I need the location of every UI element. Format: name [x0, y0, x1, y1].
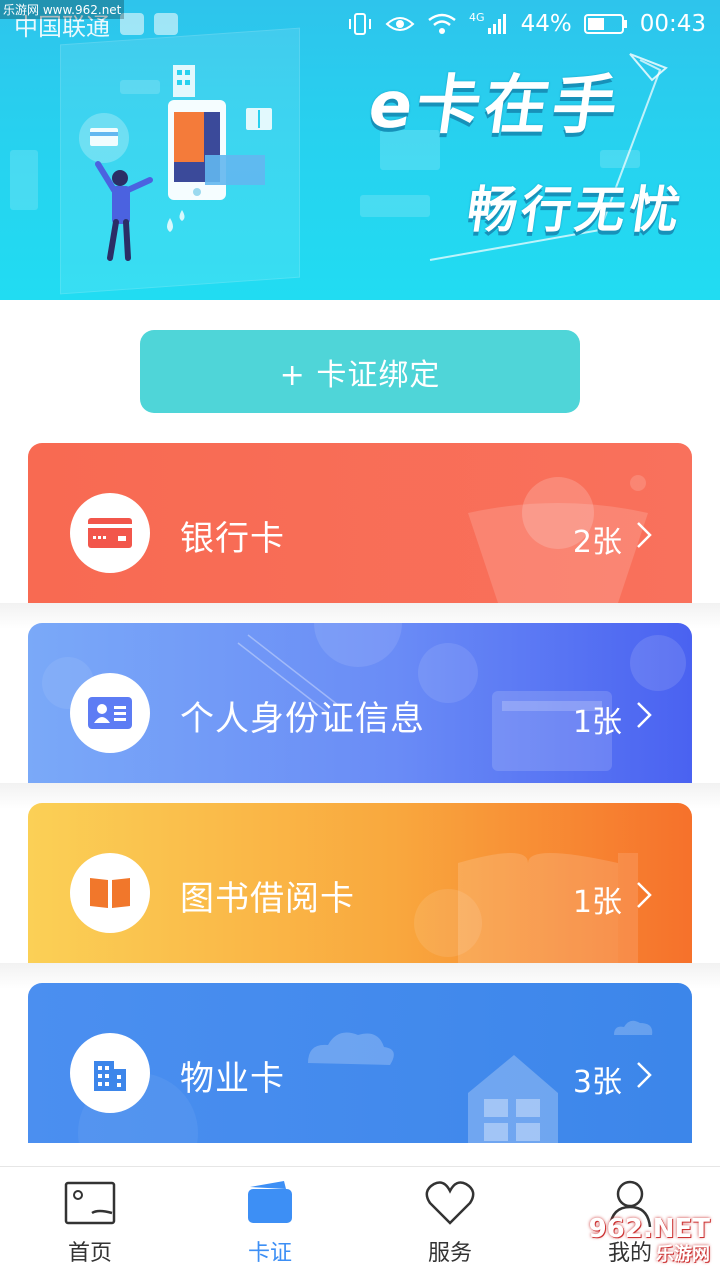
wallet-icon	[248, 1181, 292, 1223]
book-icon	[90, 878, 130, 908]
card-label: 个人身份证信息	[180, 699, 425, 739]
card-label: 银行卡	[180, 519, 285, 559]
top-banner: e卡在手 畅行无忧 中国联通 4G 44% 00:43	[0, 0, 720, 300]
card-count: 1张	[572, 705, 622, 740]
building-icon	[94, 1061, 126, 1091]
card-id[interactable]: 个人身份证信息 1张	[28, 623, 692, 783]
banner-illustration	[79, 65, 272, 261]
card-count: 1张	[572, 885, 622, 920]
nav-label: 卡证	[247, 1241, 292, 1266]
banner-slogan-secondary: 畅行无忧	[463, 181, 688, 239]
bind-card-button[interactable]: + 卡证绑定	[140, 330, 580, 413]
card-property[interactable]: 物业卡 3张	[28, 983, 692, 1143]
card-icon-circle	[70, 1033, 150, 1113]
nav-label: 服务	[427, 1241, 472, 1266]
nav-home[interactable]: 首页	[0, 1167, 180, 1280]
chevron-right-icon	[637, 1062, 652, 1088]
home-icon	[64, 1181, 116, 1225]
gallery-icon	[154, 13, 178, 35]
card-count: 3张	[572, 1065, 622, 1100]
banner-tile	[10, 150, 38, 210]
card-bank[interactable]: 银行卡 2张	[28, 443, 692, 603]
watermark-logo: 962.NET 乐游网	[589, 1214, 710, 1266]
nav-cards[interactable]: 卡证	[180, 1167, 360, 1280]
banner-slogan-primary: e卡在手	[363, 69, 626, 143]
chevron-right-icon	[637, 882, 652, 908]
chevron-right-icon	[637, 522, 652, 548]
heart-icon	[425, 1181, 475, 1225]
card-label: 物业卡	[180, 1059, 285, 1099]
id-card-icon	[88, 697, 132, 729]
ingot-decoration	[468, 475, 648, 603]
card-label: 图书借阅卡	[180, 879, 355, 919]
card-icon-circle	[70, 673, 150, 753]
nav-services[interactable]: 服务	[360, 1167, 540, 1280]
card-count: 2张	[572, 525, 622, 560]
chevron-right-icon	[637, 702, 652, 728]
card-library[interactable]: 图书借阅卡 1张	[28, 803, 692, 963]
watermark-top: 乐游网 www.962.net	[0, 0, 125, 19]
card-icon-circle	[70, 853, 150, 933]
card-icon-circle	[70, 493, 150, 573]
bank-card-icon	[88, 518, 132, 548]
nav-label: 首页	[67, 1241, 112, 1266]
